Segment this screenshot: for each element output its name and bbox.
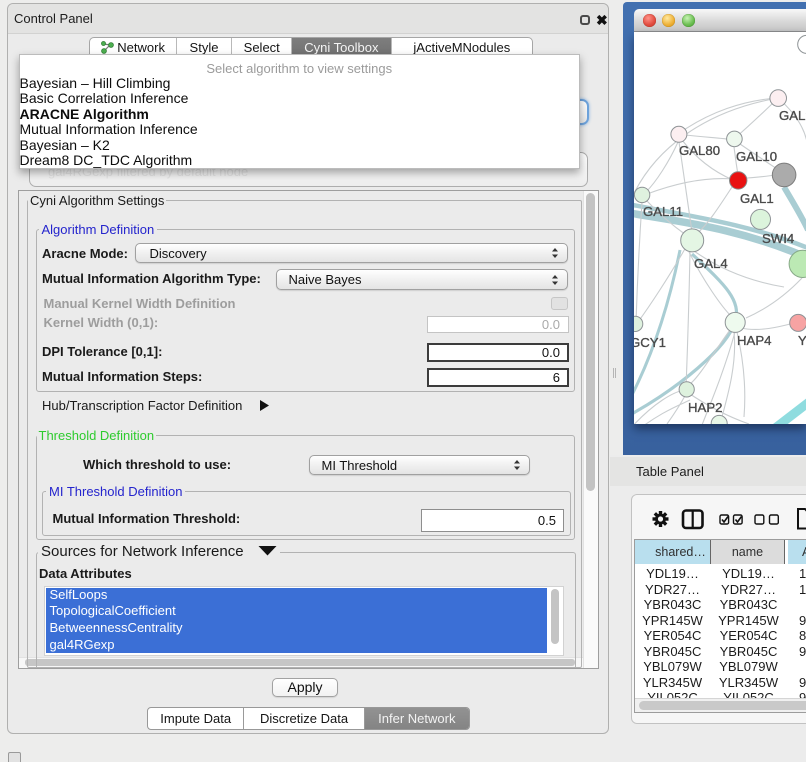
svg-text:GAL4: GAL4 bbox=[694, 256, 728, 271]
svg-text:SWI4: SWI4 bbox=[762, 231, 794, 246]
svg-text:HAP4: HAP4 bbox=[737, 333, 771, 348]
svg-text:GAL11: GAL11 bbox=[643, 204, 683, 219]
svg-text:GAL80: GAL80 bbox=[679, 143, 720, 158]
svg-text:GAL2: GAL2 bbox=[779, 108, 806, 123]
svg-text:GAL1: GAL1 bbox=[740, 191, 774, 206]
svg-text:GCY1: GCY1 bbox=[634, 335, 666, 350]
svg-text:Y: Y bbox=[798, 333, 806, 348]
svg-text:HAP2: HAP2 bbox=[688, 400, 722, 415]
svg-text:GAL10: GAL10 bbox=[736, 149, 777, 164]
